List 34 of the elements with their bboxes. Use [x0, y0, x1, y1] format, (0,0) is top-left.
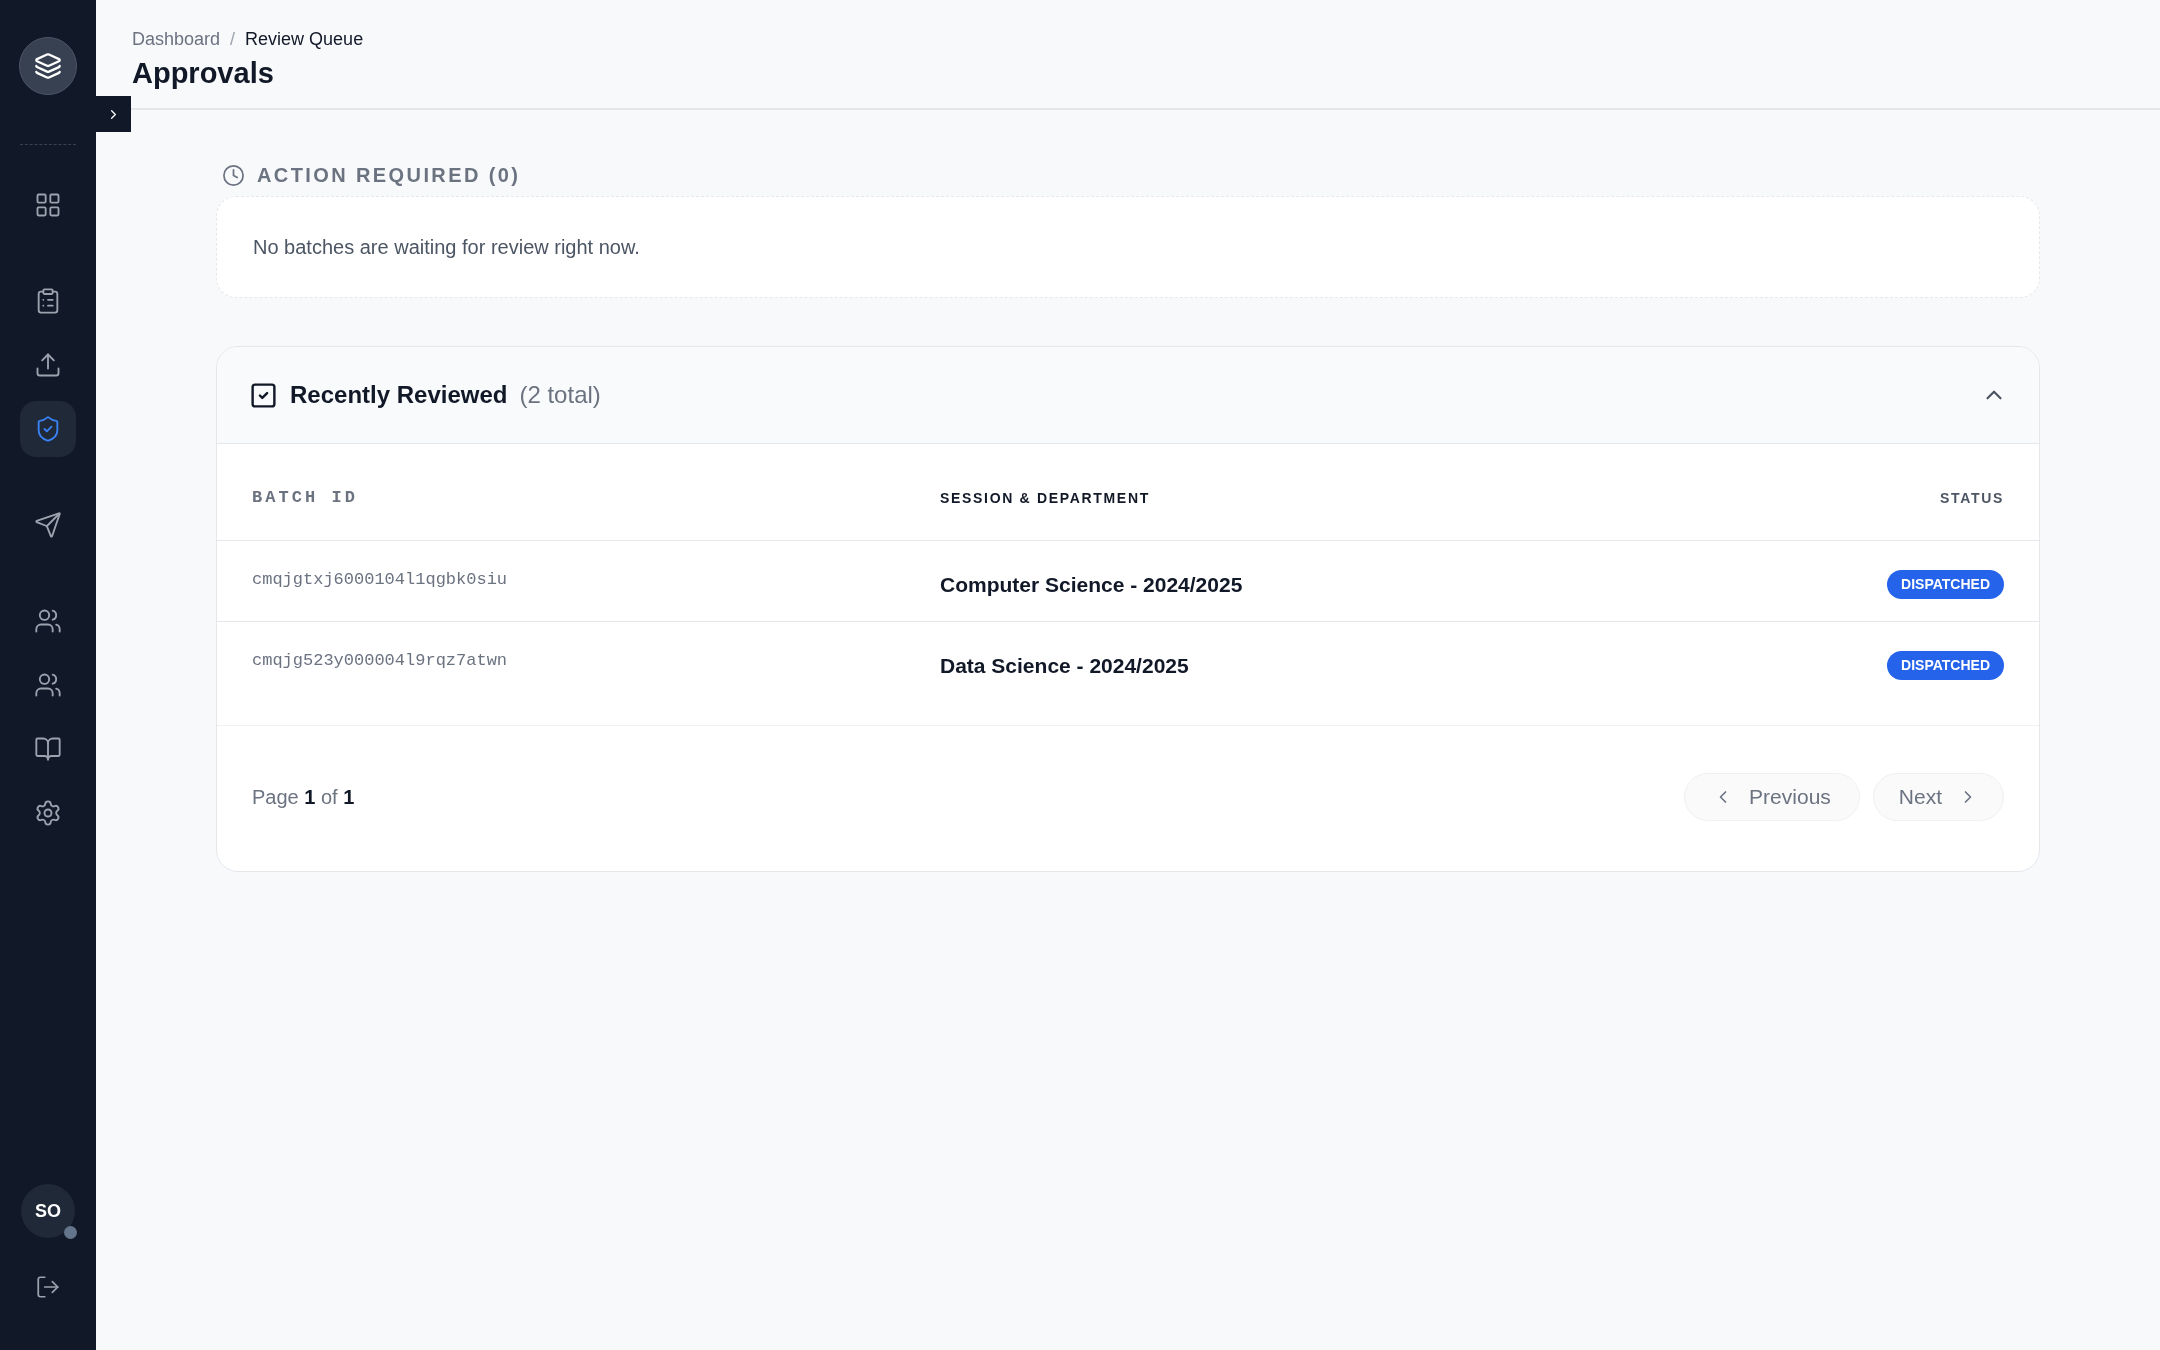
upload-icon [34, 351, 62, 379]
card-title: Recently Reviewed [290, 380, 508, 410]
table-row[interactable]: cmqjgtxj6000104l1qgbk0siu Computer Science - 2024/2025 DISPATCHED [217, 541, 2039, 622]
page-title: Approvals [132, 56, 275, 91]
breadcrumb-link[interactable]: Review Queue [245, 26, 364, 53]
grid-icon [34, 191, 62, 219]
clock-icon [222, 163, 245, 187]
checkbox-icon [249, 380, 278, 410]
session-department: Computer Science - 2024/2025 [940, 572, 1244, 598]
logout-button[interactable] [35, 1274, 61, 1300]
breadcrumb-separator: / [230, 28, 236, 51]
page-indicator: Page 1 of 1 [252, 784, 355, 810]
column-header: SESSION & DEPARTMENT [940, 488, 1151, 508]
settings-icon [34, 799, 62, 827]
empty-message: No batches are waiting for review right now. [253, 235, 640, 260]
status-badge: DISPATCHED [1887, 651, 2004, 680]
column-header: BATCH ID [252, 487, 360, 510]
send-icon [34, 511, 62, 539]
user-avatar[interactable]: SO [21, 1184, 75, 1238]
layers-icon [34, 52, 62, 80]
book-icon [34, 735, 62, 763]
status-badge: DISPATCHED [1887, 570, 2004, 599]
session-department: Data Science - 2024/2025 [940, 653, 1190, 679]
total-count: (2 total) [519, 380, 601, 410]
section-heading: ACTION REQUIRED (0) [257, 163, 521, 188]
users-icon [34, 671, 62, 699]
users-icon [34, 607, 62, 635]
batch-id: cmqjg523y000004l9rqz7atwn [252, 650, 509, 672]
breadcrumb-link[interactable]: Dashboard [132, 26, 221, 53]
batch-id: cmqjgtxj6000104l1qgbk0siu [252, 569, 509, 591]
column-header: STATUS [1940, 488, 2004, 508]
sidebar-item[interactable] [20, 401, 76, 457]
table-row[interactable]: cmqjg523y000004l9rqz7atwn Data Science - 2024/2025 DISPATCHED [217, 622, 2039, 726]
logout-icon [35, 1274, 61, 1300]
